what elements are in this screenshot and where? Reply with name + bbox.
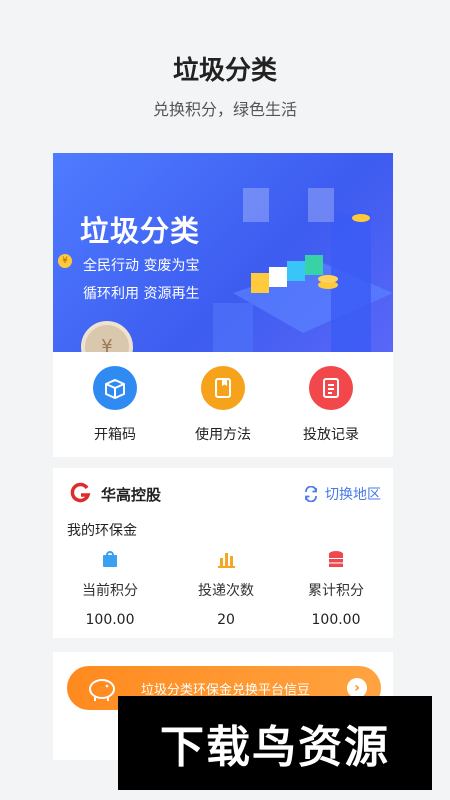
open-box-code-button[interactable]: 开箱码 <box>75 366 155 444</box>
page-subtitle: 兑换积分，绿色生活 <box>152 100 297 119</box>
page-title: 垃圾分类 <box>172 56 277 86</box>
eco-fund-card: 华高控股 切换地区 我的环保金 当前积分 100.00 投递次数 20 累计积分… <box>53 468 393 638</box>
quick-actions: 开箱码 使用方法 投放记录 <box>53 352 393 457</box>
stat-delivery-count: 投递次数 20 <box>171 550 281 628</box>
stat-value: 100.00 <box>85 612 135 628</box>
switch-region-label: 切换地区 <box>325 487 381 503</box>
switch-region-button[interactable]: 切换地区 <box>303 484 381 504</box>
disposal-record-button[interactable]: 投放记录 <box>291 366 371 444</box>
book-icon <box>201 366 245 410</box>
watermark: 下载鸟资源 <box>118 696 432 790</box>
coin-icon: ¥ <box>81 321 133 353</box>
quick-label: 投放记录 <box>303 427 359 443</box>
stat-current-points: 当前积分 100.00 <box>55 550 165 628</box>
stat-label: 当前积分 <box>82 583 138 599</box>
stat-label: 投递次数 <box>198 583 254 599</box>
coin-stack-icon <box>329 551 343 567</box>
fund-title: 我的环保金 <box>67 523 137 539</box>
brand-logo-icon <box>70 482 91 503</box>
piggy-bank-icon <box>89 679 115 701</box>
brand-name: 华高控股 <box>101 486 162 504</box>
stat-value: 20 <box>217 612 235 628</box>
box-icon <box>93 366 137 410</box>
banner-slogan-2: 循环利用 资源再生 <box>83 286 200 302</box>
stat-label: 累计积分 <box>308 583 364 599</box>
swap-icon <box>305 486 317 502</box>
banner-slogan-1: 全民行动 变废为宝 <box>83 258 200 274</box>
banner-title: 垃圾分类 <box>80 214 201 248</box>
record-icon <box>309 366 353 410</box>
bag-icon <box>103 551 117 567</box>
usage-method-button[interactable]: 使用方法 <box>183 366 263 444</box>
banner-illustration <box>213 188 393 353</box>
quick-label: 开箱码 <box>94 427 136 443</box>
bar-chart-icon <box>218 553 235 568</box>
coin-icon: ¥ <box>58 254 72 268</box>
quick-label: 使用方法 <box>195 427 251 443</box>
promo-banner[interactable]: 垃圾分类 ¥ 全民行动 变废为宝 循环利用 资源再生 ¥ <box>53 153 393 353</box>
stat-value: 100.00 <box>311 612 361 628</box>
stat-total-points: 累计积分 100.00 <box>281 550 391 628</box>
chevron-right-icon: › <box>347 678 367 698</box>
